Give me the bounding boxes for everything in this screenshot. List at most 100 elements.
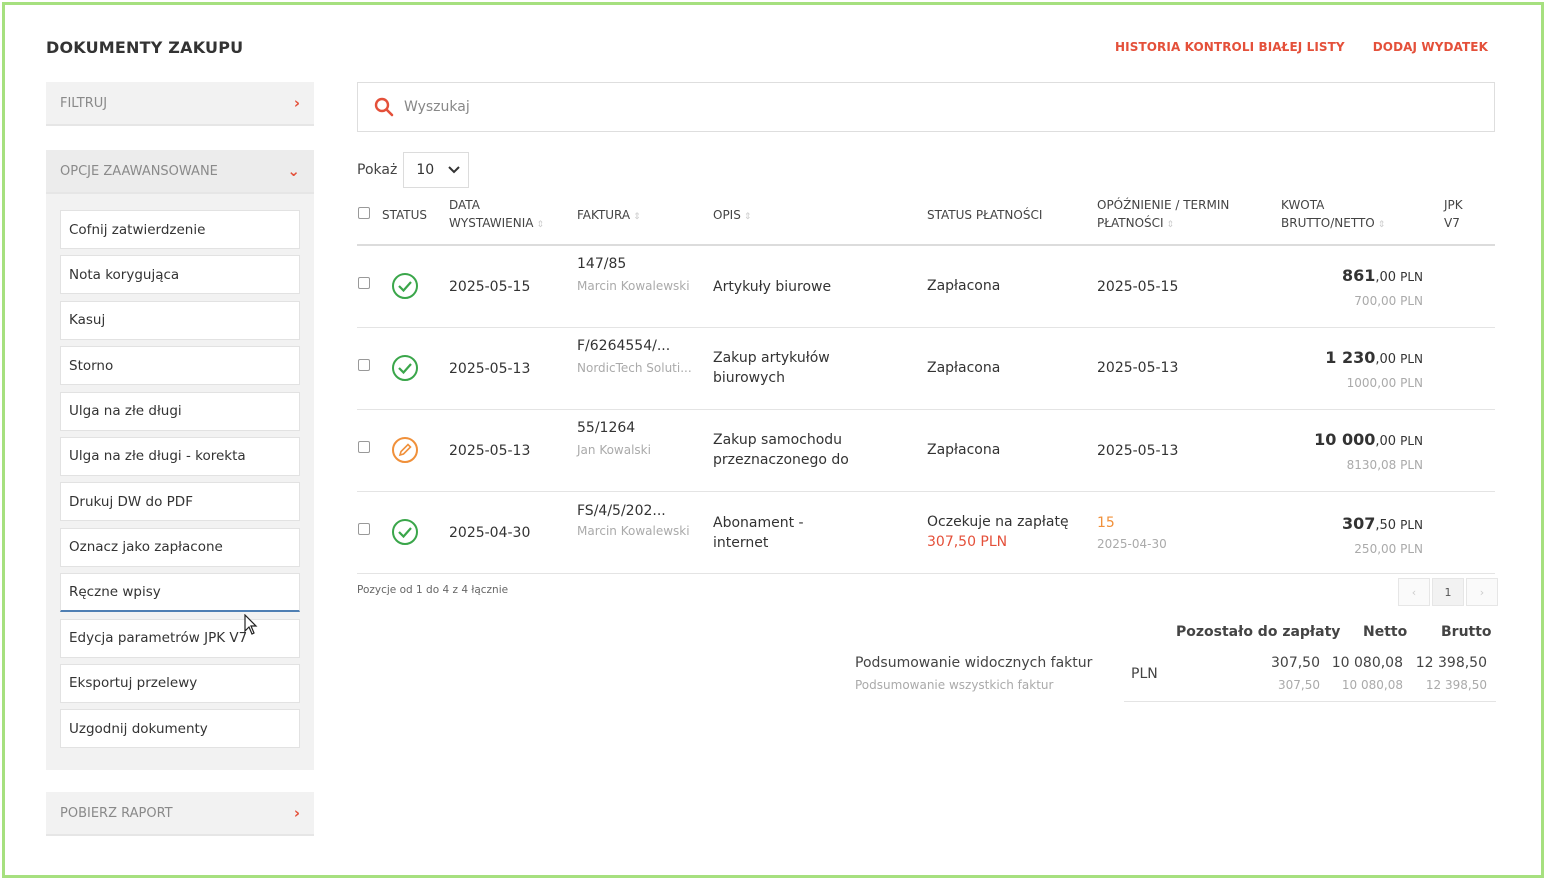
sort-icon: ⇕ <box>1377 220 1386 230</box>
table-row[interactable]: 2025-04-30 FS/4/5/202... Marcin Kowalews… <box>357 492 1495 574</box>
row-gross-amount: 307,50 PLN <box>1342 514 1423 533</box>
page-size-value: 10 <box>416 162 435 178</box>
next-page-button[interactable]: › <box>1466 578 1498 606</box>
page-size-select[interactable]: 10 <box>403 152 470 188</box>
row-desc-line1: Abonament - <box>713 515 804 531</box>
row-invoice-no[interactable]: F/6264554/... <box>577 336 670 356</box>
gross-dec: ,00 <box>1375 270 1397 285</box>
gross-int: 861 <box>1342 266 1376 285</box>
advanced-options-panel: OPCJE ZAAWANSOWANE ⌄ Cofnij zatwierdzeni… <box>46 150 314 770</box>
row-invoice-no[interactable]: FS/4/5/202... <box>577 501 666 521</box>
summary-col-gross: Brutto <box>1441 624 1492 640</box>
row-desc-line2: przeznaczonego do <box>713 452 849 468</box>
gross-currency: PLN <box>1400 434 1423 448</box>
row-desc-line2: biurowych <box>713 370 785 386</box>
report-label: POBIERZ RAPORT <box>60 805 173 821</box>
row-checkbox[interactable] <box>358 523 370 535</box>
option-storno[interactable]: Storno <box>60 346 300 386</box>
prev-page-button[interactable]: ‹ <box>1398 578 1430 606</box>
row-invoice-no[interactable]: 55/1264 <box>577 418 635 438</box>
row-net-amount: 250,00 PLN <box>1354 542 1423 556</box>
filter-label: FILTRUJ <box>60 95 108 111</box>
col-desc[interactable]: OPIS ⇕ <box>713 206 751 226</box>
col-jpk: JPK V7 <box>1444 196 1463 232</box>
search-icon <box>374 97 394 117</box>
option-bad-debt-relief[interactable]: Ulga na złe długi <box>60 391 300 431</box>
summary-col-remaining: Pozostało do zapłaty <box>1176 624 1341 640</box>
option-reconcile-documents[interactable]: Uzgodnij dokumenty <box>60 709 300 749</box>
row-desc-line1: Zakup samochodu <box>713 432 843 448</box>
summary-divider <box>1124 701 1496 702</box>
col-jpk-line2: V7 <box>1444 216 1460 230</box>
option-mark-paid[interactable]: Oznacz jako zapłacone <box>60 527 300 567</box>
option-print-pdf[interactable]: Drukuj DW do PDF <box>60 482 300 522</box>
option-undo-approval[interactable]: Cofnij zatwierdzenie <box>60 210 300 249</box>
gross-int: 307 <box>1342 514 1376 533</box>
row-due-date: 2025-04-30 <box>1097 537 1167 551</box>
col-invoice-label: FAKTURA <box>577 208 631 222</box>
col-payment-status: STATUS PŁATNOŚCI <box>927 208 1043 222</box>
filter-panel: FILTRUJ › <box>46 82 314 126</box>
advanced-options-toggle[interactable]: OPCJE ZAAWANSOWANE ⌄ <box>46 150 314 194</box>
summary-all-remaining: 307,50 <box>1278 678 1320 692</box>
whitelist-history-link[interactable]: HISTORIA KONTROLI BIAŁEJ LISTY <box>1115 40 1345 54</box>
option-export-transfers[interactable]: Eksportuj przelewy <box>60 663 300 703</box>
sort-icon: ⇕ <box>743 212 752 222</box>
sort-icon: ⇕ <box>1166 220 1175 230</box>
row-invoice-no[interactable]: 147/85 <box>577 254 626 274</box>
check-circle-icon <box>392 355 418 381</box>
col-invoice[interactable]: FAKTURA ⇕ <box>577 206 641 226</box>
advanced-options-label: OPCJE ZAAWANSOWANE <box>60 163 218 179</box>
gross-currency: PLN <box>1400 352 1423 366</box>
row-payment-status: Zapłacona <box>927 360 1001 376</box>
row-invoice-party: Marcin Kowalewski <box>577 279 690 293</box>
filter-toggle[interactable]: FILTRUJ › <box>46 82 314 126</box>
row-checkbox[interactable] <box>358 277 370 289</box>
add-expense-link[interactable]: DODAJ WYDATEK <box>1373 40 1488 54</box>
table-row[interactable]: 2025-05-13 F/6264554/... NordicTech Solu… <box>357 328 1495 410</box>
page-size-label: Pokaż <box>357 162 398 178</box>
page-title: DOKUMENTY ZAKUPU <box>46 38 244 57</box>
col-delay-line1: OPÓŹNIENIE / TERMIN <box>1097 198 1230 212</box>
row-desc: Artykuły biurowe <box>713 279 832 295</box>
row-checkbox[interactable] <box>358 359 370 371</box>
option-delete[interactable]: Kasuj <box>60 300 300 340</box>
option-jpk-params[interactable]: Edycja parametrów JPK V7 <box>60 618 300 658</box>
page-button[interactable]: 1 <box>1432 578 1464 606</box>
option-credit-note[interactable]: Nota korygująca <box>60 255 300 295</box>
summary-col-net: Netto <box>1363 624 1408 640</box>
gross-currency: PLN <box>1400 518 1423 532</box>
summary-visible-label: Podsumowanie widocznych faktur <box>855 655 1093 671</box>
mouse-cursor-icon <box>244 614 258 635</box>
row-payment-status: Zapłacona <box>927 442 1001 458</box>
table-row[interactable]: 2025-05-13 55/1264 Jan Kowalski Zakup sa… <box>357 410 1495 492</box>
summary-all-label: Podsumowanie wszystkich faktur <box>855 678 1054 692</box>
page-size-control: Pokaż 10 <box>357 152 470 188</box>
row-date: 2025-05-13 <box>449 361 531 377</box>
gross-dec: ,00 <box>1375 434 1397 449</box>
row-invoice-party: NordicTech Soluti... <box>577 361 692 375</box>
option-manual-entries[interactable]: Ręczne wpisy <box>60 573 300 613</box>
summary-currency: PLN <box>1131 666 1158 682</box>
col-amount-line2: BRUTTO/NETTO <box>1281 216 1375 230</box>
summary-all-gross: 12 398,50 <box>1425 678 1487 692</box>
row-due-date: 2025-05-13 <box>1097 443 1179 459</box>
search-input[interactable] <box>404 99 1304 115</box>
chevron-right-icon: › <box>293 94 300 112</box>
col-date-line2: WYSTAWIENIA <box>449 216 534 230</box>
gross-dec: ,50 <box>1375 518 1397 533</box>
col-amount[interactable]: KWOTA BRUTTO/NETTO ⇕ <box>1281 196 1385 234</box>
select-all-checkbox[interactable] <box>358 207 370 219</box>
gross-int: 10 000 <box>1314 430 1376 449</box>
col-date[interactable]: DATA WYSTAWIENIA ⇕ <box>449 196 544 234</box>
row-payment-amount: 307,50 PLN <box>927 534 1008 550</box>
col-delay[interactable]: OPÓŹNIENIE / TERMIN PŁATNOŚCI ⇕ <box>1097 196 1229 234</box>
table-row[interactable]: 2025-05-15 147/85 Marcin Kowalewski Arty… <box>357 246 1495 328</box>
option-bad-debt-relief-correction[interactable]: Ulga na złe długi - korekta <box>60 436 300 476</box>
sort-icon: ⇕ <box>633 212 641 222</box>
check-circle-icon <box>392 519 418 545</box>
row-due-date: 2025-05-15 <box>1097 279 1179 295</box>
summary-visible-remaining: 307,50 <box>1271 655 1320 671</box>
report-toggle[interactable]: POBIERZ RAPORT › <box>46 792 314 836</box>
row-checkbox[interactable] <box>358 441 370 453</box>
